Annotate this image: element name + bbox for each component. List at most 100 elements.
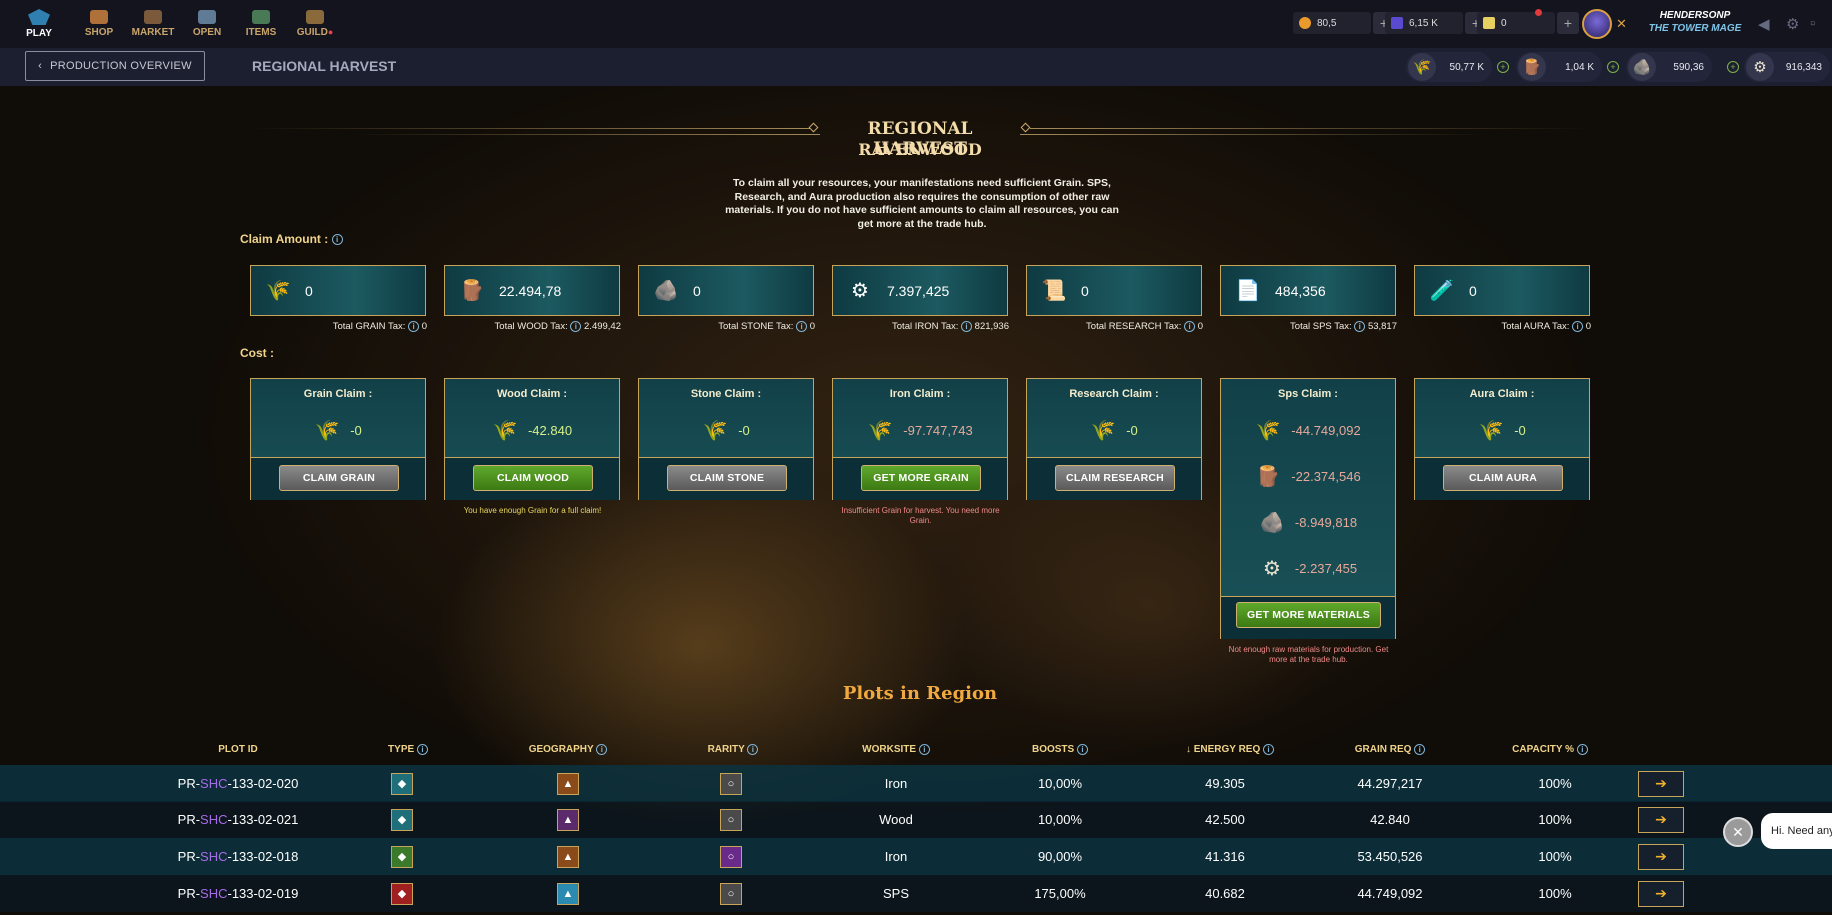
claim-aura-button[interactable]: CLAIM AURA: [1443, 465, 1563, 491]
aura-tax-value: 0: [1585, 321, 1591, 333]
arrow-right-icon[interactable]: ➔: [1638, 806, 1684, 833]
info-icon[interactable]: i: [1414, 744, 1426, 755]
info-icon[interactable]: i: [1576, 744, 1588, 755]
col-worksite[interactable]: WORKSITE i: [846, 744, 946, 755]
geography-icon: ▲: [557, 808, 579, 831]
research-claim-cost: 🌾 -0: [1027, 417, 1201, 443]
nav-guild-label: GUILD●: [297, 27, 334, 38]
col-rarity-label: RARITY: [707, 744, 745, 756]
col-type[interactable]: TYPE i: [368, 744, 448, 755]
production-overview-button[interactable]: ‹ PRODUCTION OVERVIEW: [25, 51, 205, 81]
add-wood-button[interactable]: +: [1607, 61, 1619, 73]
sps-crystal-icon: [1391, 17, 1403, 29]
table-row[interactable]: PR- SHC -133-02-021 ◆ ▲ ○ Wood 10,00% 42.500 42.8…: [0, 801, 1832, 838]
grain-tax-value: 0: [421, 321, 427, 333]
info-icon[interactable]: i: [570, 321, 582, 332]
info-icon[interactable]: i: [918, 744, 930, 755]
wood-claim-box: Wood Claim : 🌾 -42.840 CLAIM WOOD: [444, 378, 620, 500]
nav-shop[interactable]: SHOP: [72, 0, 126, 48]
claim-wood-button[interactable]: CLAIM WOOD: [473, 465, 593, 491]
row-action: ➔: [1638, 765, 1684, 802]
nav-play-label: PLAY: [26, 28, 52, 39]
arrow-right-icon[interactable]: ➔: [1638, 880, 1684, 907]
info-icon[interactable]: i: [1184, 321, 1196, 332]
col-geography[interactable]: GEOGRAPHY i: [518, 744, 618, 755]
geography-cell: ▲: [555, 765, 581, 802]
energy-req: 40.682: [1205, 886, 1245, 901]
info-icon[interactable]: i: [1572, 321, 1584, 332]
plot-id[interactable]: PR- SHC -133-02-020: [168, 765, 308, 802]
arrow-right-icon[interactable]: ➔: [1638, 770, 1684, 797]
capacity: 100%: [1538, 886, 1572, 901]
nav-market[interactable]: MARKET: [126, 0, 180, 48]
iron-claim-title: Iron Claim :: [889, 388, 951, 400]
items-icon: [252, 10, 270, 24]
info-icon[interactable]: i: [1354, 321, 1366, 332]
plot-id[interactable]: PR- SHC -133-02-018: [168, 838, 308, 875]
avatar[interactable]: [1582, 9, 1612, 39]
title-ornament-left: [250, 128, 810, 129]
add-voucher-button[interactable]: +: [1557, 12, 1579, 34]
close-icon[interactable]: ✕: [1723, 817, 1753, 847]
col-rarity[interactable]: RARITY i: [688, 744, 778, 755]
info-icon[interactable]: i: [796, 321, 808, 332]
nav-guild-text: GUILD: [296, 27, 328, 38]
info-icon[interactable]: i: [408, 321, 420, 332]
claim-research-button[interactable]: CLAIM RESEARCH: [1055, 465, 1175, 491]
grain-chip: 🌾 50,77 K: [1406, 52, 1492, 82]
plot-id[interactable]: PR- SHC -133-02-019: [168, 875, 308, 912]
nav-items[interactable]: ITEMS: [234, 0, 288, 48]
info-icon[interactable]: i: [747, 744, 759, 755]
grain-tax-label: Total GRAIN Tax:: [332, 321, 406, 333]
col-capacity[interactable]: CAPACITY % i: [1500, 744, 1600, 755]
info-icon[interactable]: i: [1077, 744, 1088, 755]
info-icon[interactable]: i: [331, 234, 343, 246]
wood-claim-title: Wood Claim :: [496, 388, 568, 400]
fullscreen-icon[interactable]: ▫: [1810, 15, 1815, 32]
chat-bubble[interactable]: Hi. Need any: [1761, 813, 1832, 849]
plot-id-region: SHC: [200, 776, 228, 791]
nav-guild[interactable]: GUILD●: [288, 0, 342, 48]
col-energy-req[interactable]: ↓ ENERGY REQ i: [1170, 744, 1290, 755]
research-amount: 0: [1081, 282, 1089, 299]
table-row[interactable]: PR- SHC -133-02-018 ◆ ▲ ○ Iron 90,00% 41.316 53.4…: [0, 838, 1832, 875]
add-grain-button[interactable]: +: [1497, 61, 1509, 73]
plot-id-region: SHC: [200, 812, 228, 827]
add-stone-button[interactable]: +: [1727, 61, 1739, 73]
col-grain-req[interactable]: GRAIN REQ i: [1340, 744, 1440, 755]
claim-stone-button[interactable]: CLAIM STONE: [667, 465, 787, 491]
get-more-materials-button[interactable]: GET MORE MATERIALS: [1236, 602, 1381, 628]
title-ornament-right: [1030, 128, 1590, 129]
claim-amount-heading: Claim Amount : i: [240, 232, 343, 246]
col-boosts[interactable]: BOOSTS i: [1015, 744, 1105, 755]
sps-currency: 6,15 K: [1385, 12, 1463, 34]
table-row[interactable]: PR- SHC -133-02-020 ◆ ▲ ○ Iron 10,00% 49.305 44.2…: [0, 765, 1832, 802]
username[interactable]: HENDERSONP: [1640, 10, 1750, 21]
rarity-cell: ○: [718, 765, 744, 802]
nav-play[interactable]: PLAY: [6, 0, 72, 48]
info-icon[interactable]: i: [1263, 744, 1275, 755]
arrow-right-icon[interactable]: ➔: [1638, 843, 1684, 870]
boosts: 10,00%: [1037, 776, 1083, 791]
voucher-icon: [1483, 17, 1495, 29]
info-icon[interactable]: i: [416, 744, 428, 755]
col-plot-id[interactable]: PLOT ID: [198, 744, 278, 755]
rarity-icon: ○: [720, 845, 742, 868]
plot-id-prefix: PR-: [177, 849, 201, 864]
info-icon[interactable]: i: [961, 321, 973, 332]
get-more-grain-button[interactable]: GET MORE GRAIN: [861, 465, 981, 491]
col-grain-label: GRAIN REQ: [1354, 744, 1412, 756]
row-action: ➔: [1638, 801, 1684, 838]
nav-open[interactable]: OPEN: [180, 0, 234, 48]
info-icon[interactable]: i: [596, 744, 608, 755]
plot-id[interactable]: PR- SHC -133-02-021: [168, 801, 308, 838]
wood-claim-note: You have enough Grain for a full claim!: [463, 506, 602, 515]
claim-grain-button[interactable]: CLAIM GRAIN: [279, 465, 399, 491]
mute-icon[interactable]: ◀: [1758, 15, 1770, 33]
plot-id-prefix: PR-: [177, 886, 201, 901]
plot-id-prefix: PR-: [177, 776, 201, 791]
table-row[interactable]: PR- SHC -133-02-019 ◆ ▲ ○ SPS 175,00% 40.682 44.7…: [0, 875, 1832, 912]
row-action: ➔: [1638, 875, 1684, 912]
gear-icon[interactable]: ⚙: [1786, 15, 1799, 33]
geography-cell: ▲: [555, 875, 581, 912]
